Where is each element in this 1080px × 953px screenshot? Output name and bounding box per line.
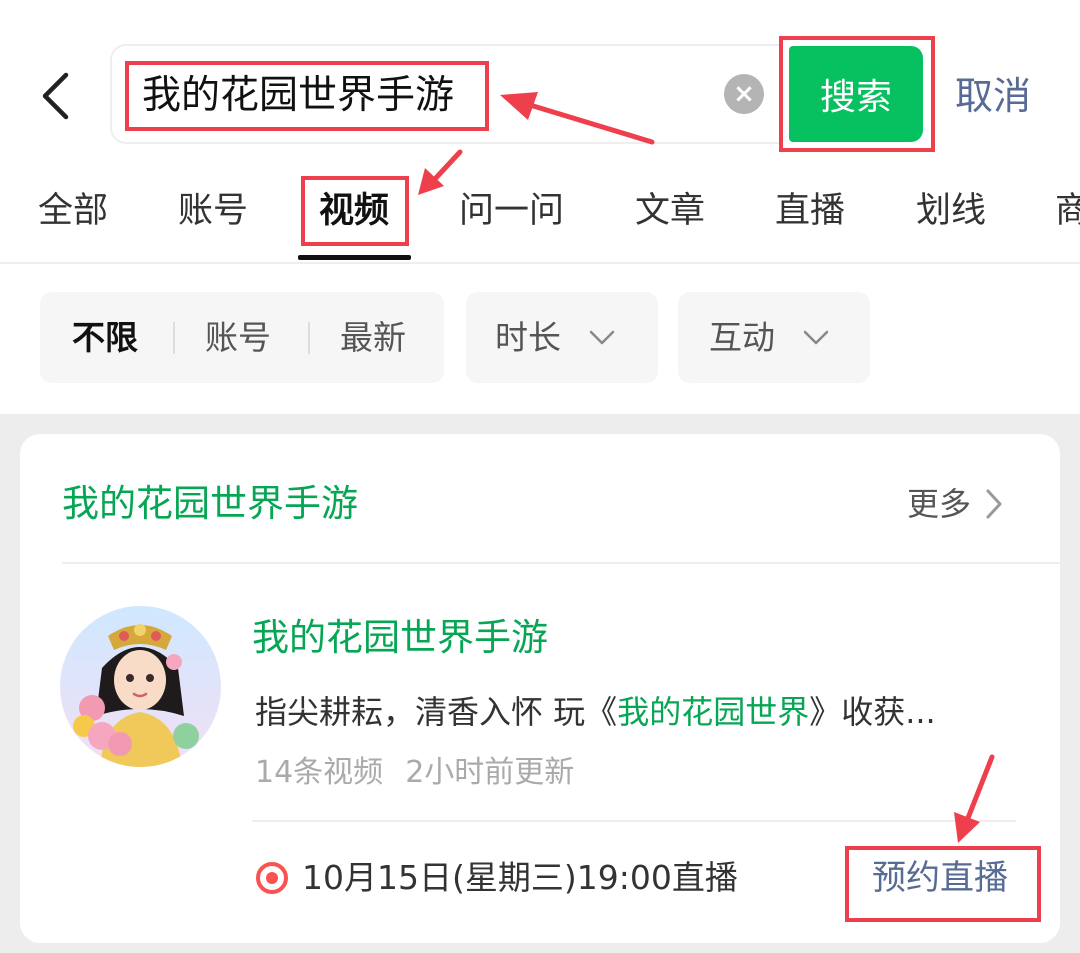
tab-accounts[interactable]: 账号 [178, 188, 248, 234]
more-link-label: 更多 [907, 485, 972, 523]
account-meta: 14条视频 2小时前更新 [255, 752, 574, 794]
filter-unlimited[interactable]: 不限 [72, 316, 138, 360]
update-time: 2小时前更新 [405, 755, 575, 790]
video-count: 14条视频 [255, 755, 384, 790]
filter-separator [173, 322, 175, 354]
tab-live[interactable]: 直播 [775, 188, 845, 234]
account-description-highlight: 我的花园世界 [617, 693, 810, 731]
live-indicator-icon [256, 862, 288, 894]
chevron-down-icon [589, 330, 615, 345]
filter-separator [308, 322, 310, 354]
account-description-suffix: 》收获... [809, 693, 936, 731]
live-schedule-time: 10月15日(星期三)19:00直播 [302, 858, 738, 897]
interaction-filter-label: 互动 [709, 318, 775, 357]
account-description-prefix: 指尖耕耘，清香入怀 玩《 [255, 693, 618, 731]
tab-all[interactable]: 全部 [38, 188, 108, 234]
duration-filter-label: 时长 [495, 318, 561, 357]
reserve-live-button[interactable]: 预约直播 [872, 856, 1008, 900]
cancel-button[interactable]: 取消 [955, 72, 1031, 120]
account-description: 指尖耕耘，清香入怀 玩《我的花园世界》收获... [255, 690, 936, 734]
chevron-left-icon [42, 72, 69, 120]
tab-articles[interactable]: 文章 [635, 188, 705, 234]
card-divider [62, 562, 1060, 564]
tab-ask[interactable]: 问一问 [459, 188, 564, 234]
search-button[interactable]: 搜索 [789, 46, 923, 142]
card-title[interactable]: 我的花园世界手游 [62, 480, 358, 528]
more-link[interactable]: 更多 [907, 482, 1003, 526]
back-button[interactable] [30, 66, 80, 126]
filter-latest[interactable]: 最新 [340, 316, 406, 360]
card-inner-divider [252, 820, 1016, 822]
chevron-down-icon [803, 330, 829, 345]
tab-highlights[interactable]: 划线 [916, 188, 986, 234]
search-input[interactable]: 我的花园世界手游 [142, 70, 454, 122]
active-tab-indicator [298, 255, 411, 260]
avatar-illustration [60, 606, 221, 767]
avatar[interactable] [60, 606, 221, 767]
clear-icon[interactable]: × [724, 74, 764, 114]
tab-videos[interactable]: 视频 [319, 188, 389, 234]
account-name[interactable]: 我的花园世界手游 [252, 614, 548, 662]
tab-shop[interactable]: 商 [1055, 188, 1080, 234]
filter-account[interactable]: 账号 [205, 316, 271, 360]
chevron-right-icon [986, 489, 1002, 519]
